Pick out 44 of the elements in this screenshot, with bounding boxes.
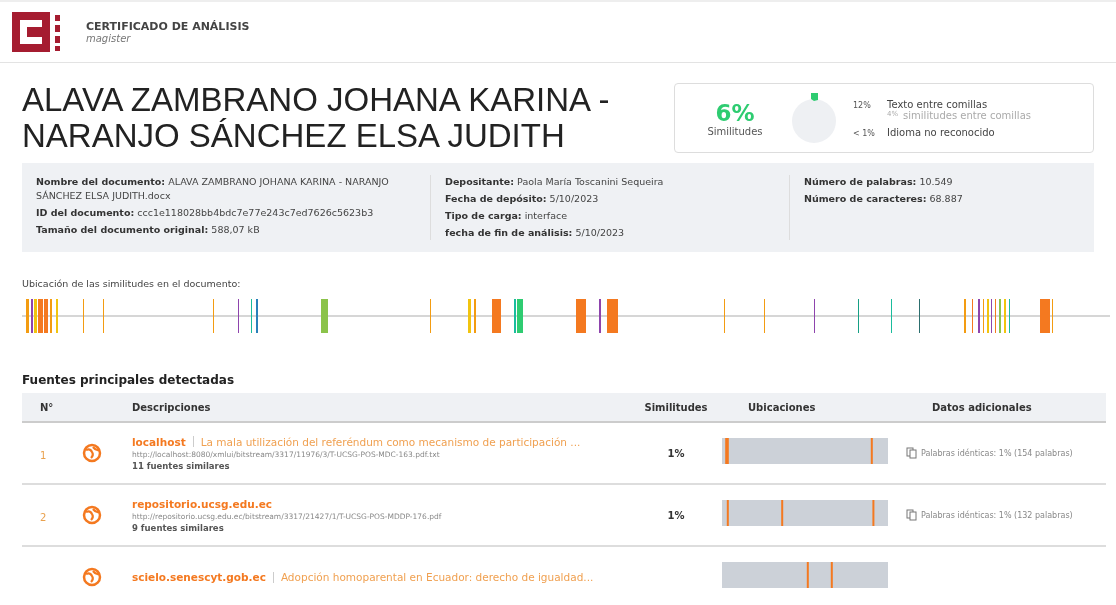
similarity-value: 1%: [667, 447, 685, 459]
similarity-percent: 6%: [715, 99, 755, 126]
info-field: Tamaño del documento original: 588,07 kB: [36, 223, 416, 237]
column-header: Ubicaciones: [747, 401, 817, 413]
source-link[interactable]: scielo.senescyt.gob.ec: [132, 571, 266, 583]
quote-similarity-label: similitudes entre comillas: [903, 109, 1031, 121]
info-field: Número de caracteres: 68.887: [804, 192, 963, 206]
column-header: Similitudes: [643, 401, 709, 413]
pie-chart-drawing: [791, 92, 837, 144]
quotes-label: Texto entre comillas: [887, 98, 989, 110]
similar-sources-count: 11 fuentes similares: [132, 460, 231, 471]
similarity-value: 1%: [667, 509, 685, 521]
location-label: Ubicación de las similitudes en el documento:: [22, 278, 242, 289]
row-number: 2: [40, 511, 47, 523]
column-header: Datos adicionales: [932, 401, 1033, 413]
similarity-label: Similitudes: [707, 125, 763, 137]
copy-icon: [906, 509, 917, 521]
report-title: CERTIFICADO DE ANÁLISIS: [86, 20, 250, 33]
source-link[interactable]: localhost: [132, 435, 186, 448]
column-header: Descripciones: [131, 401, 212, 413]
copy-icon: [906, 447, 917, 459]
source-link[interactable]: repositorio.ucsg.edu.ec: [132, 497, 272, 510]
report-subtitle: magister: [86, 33, 132, 44]
quotes-percent: 12%: [853, 99, 872, 110]
source-title: Adopción homoparental en Ecuador: derecho de igualdad...: [280, 571, 594, 583]
globe-icon: [82, 443, 102, 463]
language-percent: < 1%: [853, 127, 876, 138]
identical-words: Palabras idénticas: 1% (132 palabras): [921, 510, 1073, 520]
identical-words: Palabras idénticas: 1% (154 palabras): [921, 448, 1073, 458]
similar-sources-count: 9 fuentes similares: [132, 522, 225, 533]
source-title: La mala utilización del referéndum como mecanismo de participación ...: [200, 435, 581, 448]
info-field: fecha de fin de análisis: 5/10/2023: [445, 226, 775, 240]
info-field: Depositante: Paola María Toscanini Sequeira: [445, 175, 775, 189]
info-field: Tipo de carga: interface: [445, 209, 775, 223]
info-field: Número de palabras: 10.549: [804, 175, 963, 189]
globe-icon: [82, 505, 102, 525]
column-header: N°: [39, 401, 55, 413]
row-number: 1: [40, 449, 47, 461]
language-label: Idioma no reconocido: [887, 126, 995, 138]
sources-heading: Fuentes principales detectadas: [22, 373, 236, 387]
info-field: Fecha de depósito: 5/10/2023: [445, 192, 775, 206]
info-field: ID del documento: ccc1e118028bb4bdc7e77e243c7ed7626c5623b3: [36, 206, 416, 220]
document-title: ALAVA ZAMBRANO JOHANA KARINA - NARANJO SÁNCHEZ ELSA JUDITH: [22, 82, 611, 154]
globe-icon: [82, 567, 102, 587]
